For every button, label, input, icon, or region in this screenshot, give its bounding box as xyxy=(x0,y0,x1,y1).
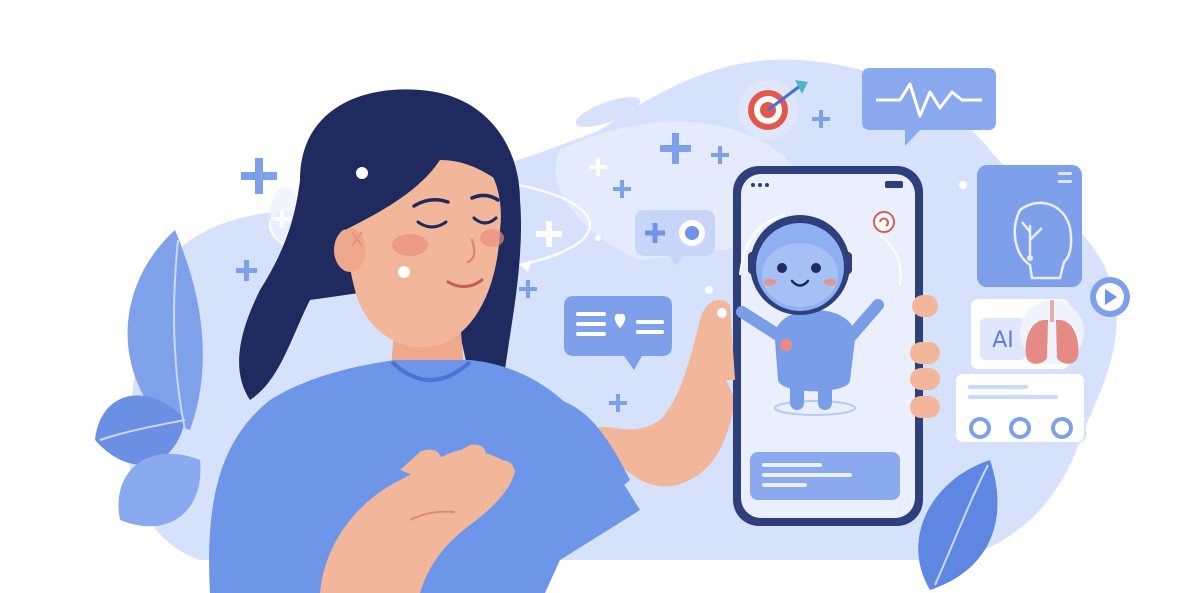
play-button-icon[interactable] xyxy=(1090,277,1130,317)
ai-badge-text: AI xyxy=(992,327,1014,353)
illustration-scene: AI xyxy=(0,0,1191,593)
illustration-canvas xyxy=(95,59,1130,593)
cheek-blush xyxy=(392,234,428,256)
lungs-icon xyxy=(1020,300,1084,364)
cheek-blush xyxy=(480,229,504,247)
alert-icon xyxy=(873,211,895,233)
head-mind-icon xyxy=(977,165,1082,287)
feedback-rating-icon xyxy=(954,372,1086,444)
leaf-icon xyxy=(95,230,203,527)
smartphone[interactable] xyxy=(733,166,923,526)
